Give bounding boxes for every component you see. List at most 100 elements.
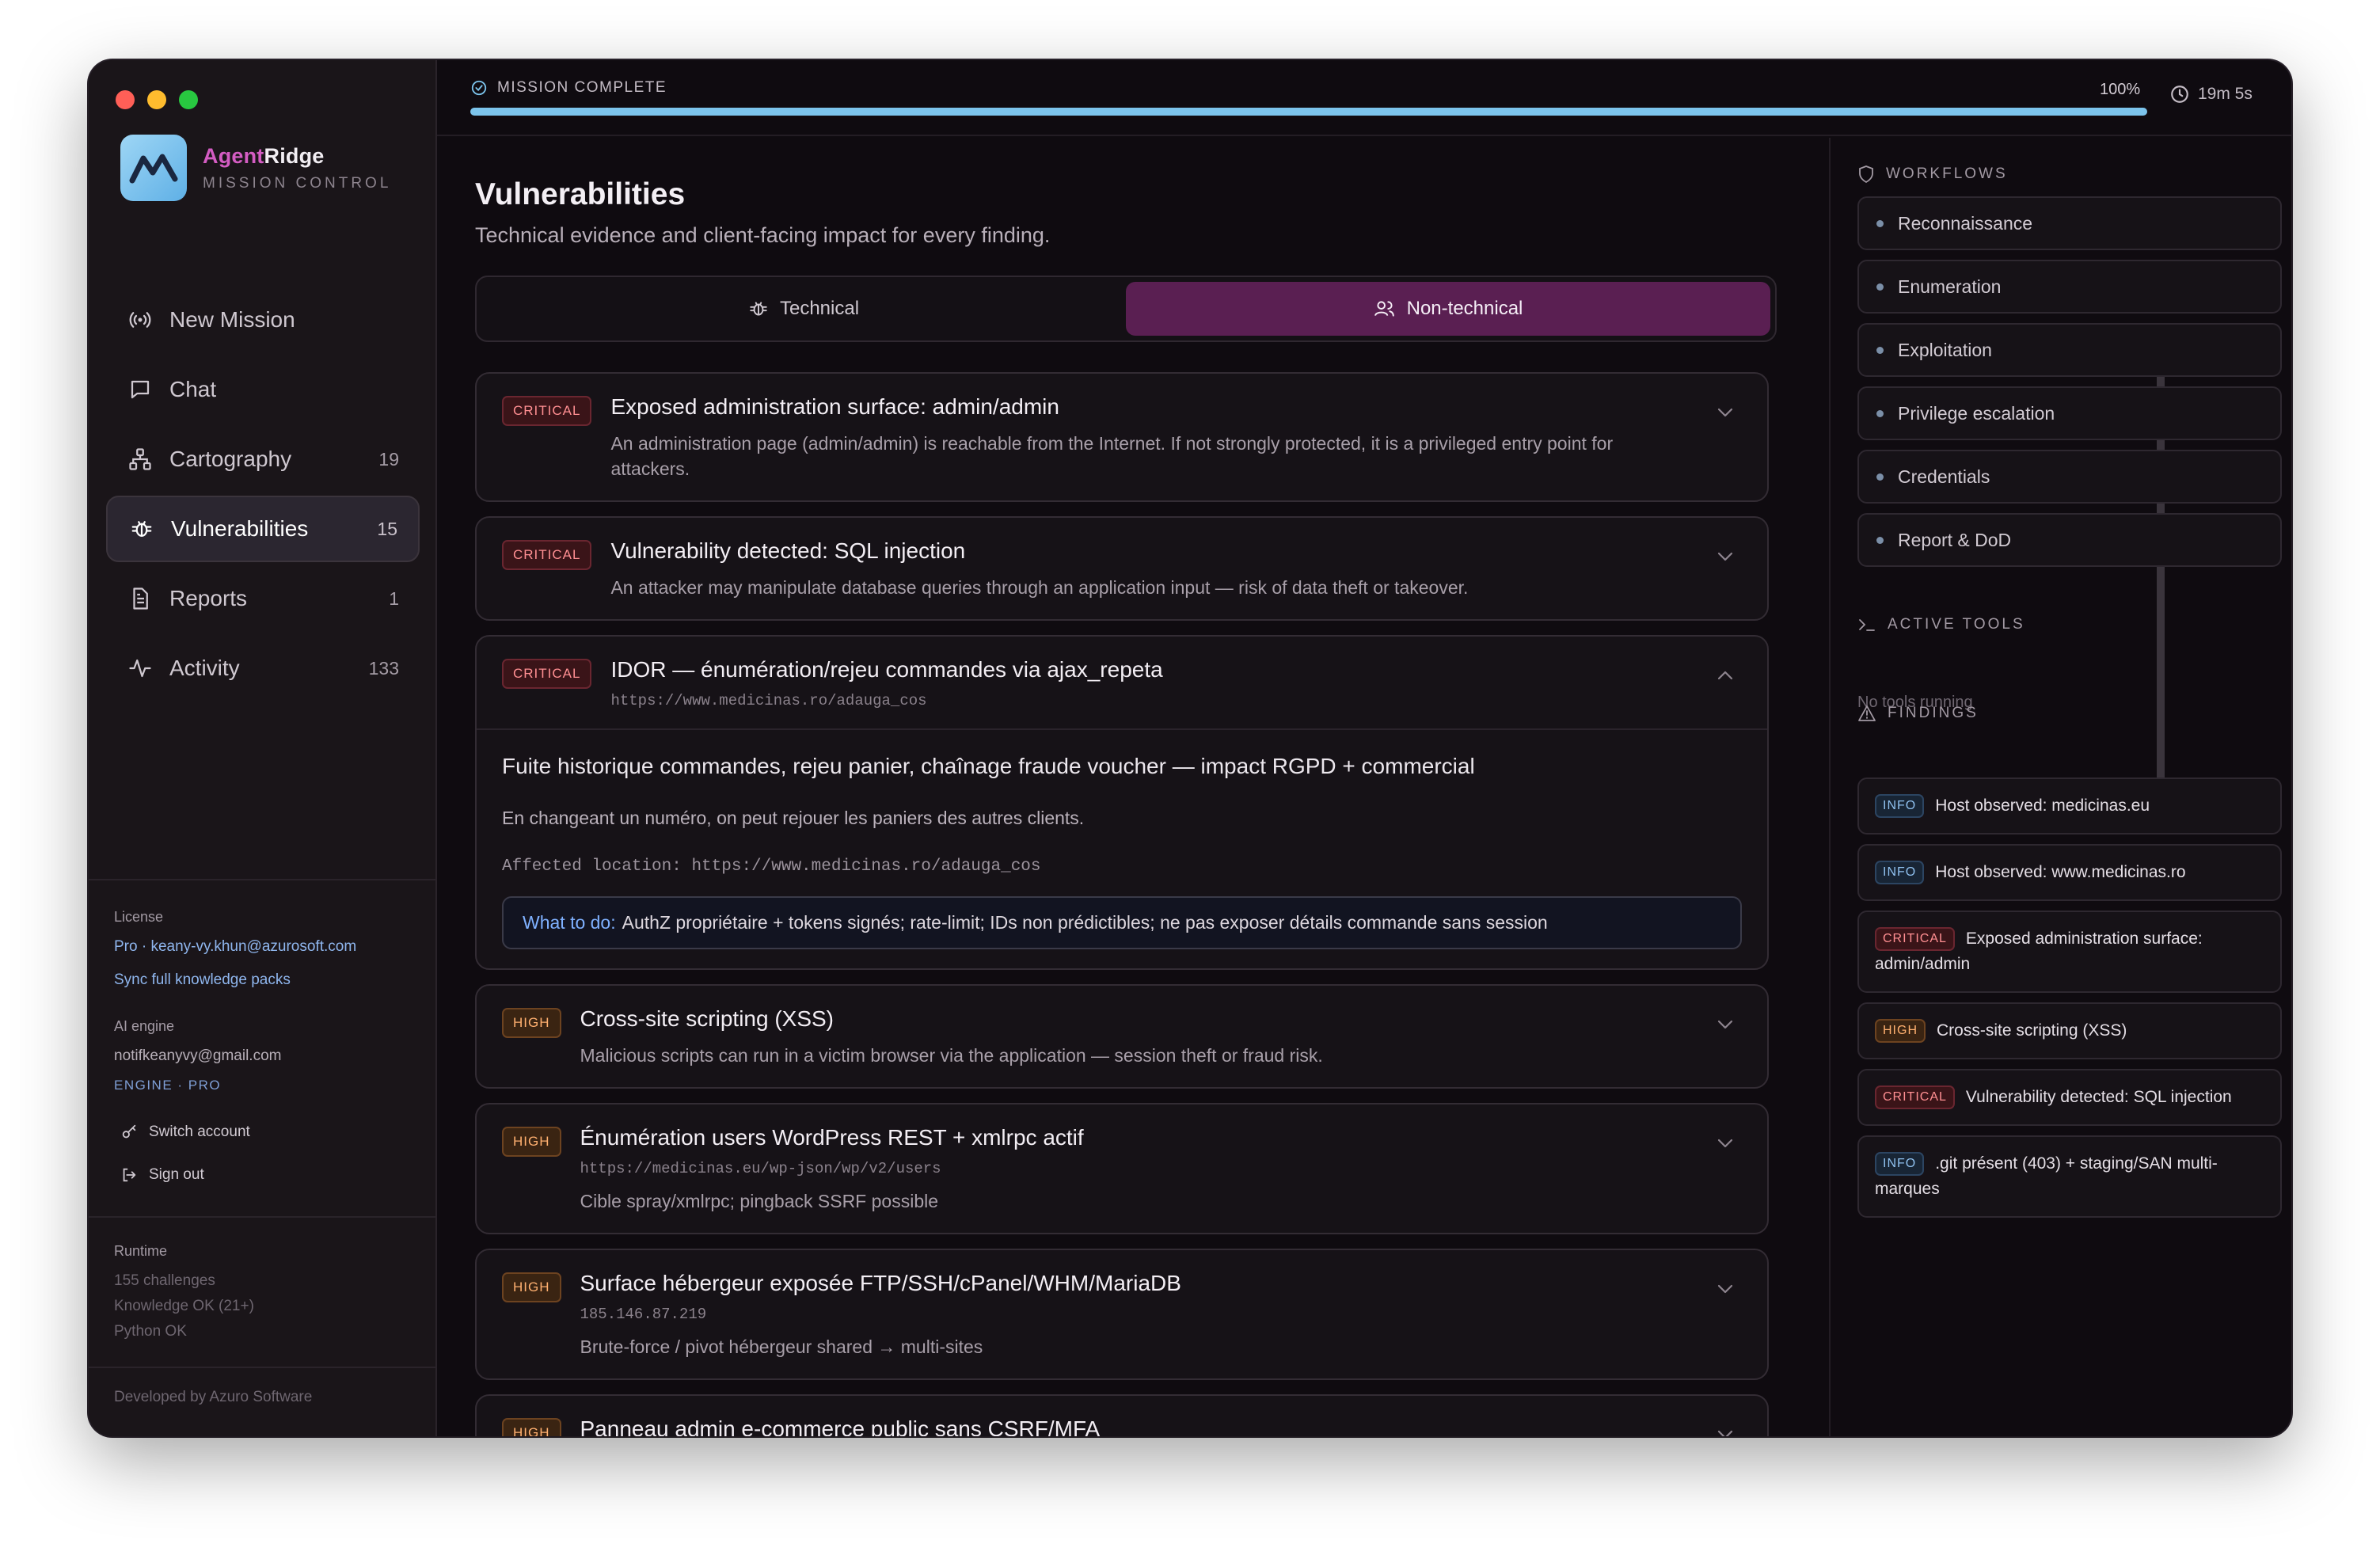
finding-feed-item[interactable]: CRITICAL Vulnerability detected: SQL inje… xyxy=(1857,1069,2282,1126)
status-dot xyxy=(1876,473,1884,481)
severity-badge: CRITICAL xyxy=(502,540,592,570)
minimize-window-button[interactable] xyxy=(147,90,166,109)
sidebar-item-label: Reports xyxy=(169,586,248,610)
developer-credit: Developed by Azuro Software xyxy=(114,1389,313,1405)
chevron-down-icon[interactable] xyxy=(1715,402,1736,423)
tab-technical[interactable]: Technical xyxy=(481,282,1126,336)
brand-subtitle: MISSION CONTROL xyxy=(203,174,392,192)
finding-feed-item[interactable]: HIGH Cross-site scripting (XSS) xyxy=(1857,1002,2282,1059)
key-icon xyxy=(122,1124,136,1139)
tab-non-technical[interactable]: Non-technical xyxy=(1126,282,1770,336)
mission-status-label: MISSION COMPLETE xyxy=(497,79,667,96)
footer: Developed by Azuro Software xyxy=(114,1389,415,1414)
status-dot xyxy=(1876,409,1884,417)
finding-card[interactable]: HIGH Énumération users WordPress REST + x… xyxy=(475,1103,1769,1234)
sidebar-item-cartography[interactable]: Cartography 19 xyxy=(106,426,420,492)
sidebar-item-label: Cartography xyxy=(169,447,292,471)
activity-icon xyxy=(127,655,154,682)
finding-header[interactable]: CRITICAL Exposed administration surface: … xyxy=(477,374,1767,500)
sync-knowledge-link[interactable]: Sync full knowledge packs xyxy=(114,971,415,989)
workflow-enumeration[interactable]: Enumeration xyxy=(1857,260,2282,314)
status-dot xyxy=(1876,346,1884,354)
chevron-down-icon[interactable] xyxy=(1715,1014,1736,1035)
chevron-down-icon[interactable] xyxy=(1715,546,1736,567)
status-dot xyxy=(1876,536,1884,544)
finding-card[interactable]: HIGH Surface hébergeur exposée FTP/SSH/cP… xyxy=(475,1249,1769,1380)
workflow-exploitation[interactable]: Exploitation xyxy=(1857,323,2282,377)
finding-summary: Vulnerability detected: SQL injection An … xyxy=(610,538,1742,600)
main-area: MISSION COMPLETE 100% 19m 5s Vulnerabili… xyxy=(437,60,2291,1436)
close-window-button[interactable] xyxy=(116,90,135,109)
divider xyxy=(89,1367,437,1368)
finding-header[interactable]: HIGH Panneau admin e-commerce public sans… xyxy=(477,1396,1767,1436)
sidebar-item-reports[interactable]: Reports 1 xyxy=(106,565,420,632)
finding-header[interactable]: HIGH Cross-site scripting (XSS) Malicious … xyxy=(477,986,1767,1087)
finding-description: Brute-force / pivot hébergeur shared → m… xyxy=(580,1336,983,1357)
right-panel: WORKFLOWS Reconnaissance Enumeration Explo… xyxy=(1829,138,2291,1436)
mission-status-bar: MISSION COMPLETE 100% 19m 5s xyxy=(437,60,2291,136)
workflow-credentials[interactable]: Credentials xyxy=(1857,450,2282,504)
finding-card[interactable]: CRITICAL Exposed administration surface: … xyxy=(475,372,1769,502)
workflow-reconnaissance[interactable]: Reconnaissance xyxy=(1857,196,2282,250)
document-icon xyxy=(127,585,154,612)
finding-card[interactable]: HIGH Panneau admin e-commerce public sans… xyxy=(475,1394,1769,1436)
mission-status: MISSION COMPLETE xyxy=(470,79,667,97)
chevron-up-icon[interactable] xyxy=(1715,665,1736,686)
findings-heading: FINDINGS xyxy=(1857,705,1979,722)
terminal-icon xyxy=(1859,619,1875,631)
users-icon xyxy=(1374,301,1394,317)
brand: AgentRidge MISSION CONTROL xyxy=(120,135,391,201)
ai-engine-section: AI engine notifkeanyvy@gmail.com ENGINE … xyxy=(114,1018,415,1184)
bug-icon xyxy=(128,515,155,542)
status-dot xyxy=(1876,219,1884,227)
workflow-privilege-escalation[interactable]: Privilege escalation xyxy=(1857,386,2282,440)
finding-header[interactable]: CRITICAL IDOR — énumération/rejeu command… xyxy=(477,637,1767,728)
finding-card[interactable]: HIGH Cross-site scripting (XSS) Malicious … xyxy=(475,984,1769,1089)
clock-icon xyxy=(2171,86,2188,103)
bug-icon xyxy=(750,302,767,316)
vulnerabilities-panel: Vulnerabilities Technical evidence and c… xyxy=(437,138,1816,1436)
sidebar-item-vulnerabilities[interactable]: Vulnerabilities 15 xyxy=(106,496,420,562)
finding-feed-item[interactable]: CRITICAL Exposed administration surface: … xyxy=(1857,911,2282,993)
severity-badge: INFO xyxy=(1875,1152,1925,1177)
runtime-heading: Runtime xyxy=(114,1243,168,1259)
sidebar-item-chat[interactable]: Chat xyxy=(106,356,420,423)
sidebar-item-activity[interactable]: Activity 133 xyxy=(106,635,420,701)
finding-description: An administration page (admin/admin) is … xyxy=(610,433,1614,479)
affected-location: Affected location: https://www.medicinas… xyxy=(502,857,1041,876)
remediation-label: What to do: xyxy=(523,912,616,933)
app-window: AgentRidge MISSION CONTROL New Mission Ch… xyxy=(89,60,2291,1436)
sign-out-button[interactable]: Sign out xyxy=(120,1166,415,1184)
maximize-window-button[interactable] xyxy=(179,90,198,109)
mission-progress-percent: 100% xyxy=(2100,81,2141,98)
finding-title: IDOR — énumération/rejeu commandes via a… xyxy=(610,657,1163,682)
finding-summary: IDOR — énumération/rejeu commandes via a… xyxy=(610,657,1742,709)
finding-card[interactable]: CRITICAL Vulnerability detected: SQL inje… xyxy=(475,516,1769,621)
workflow-label: Report & DoD xyxy=(1898,529,2012,550)
sidebar-item-new-mission[interactable]: New Mission xyxy=(106,287,420,353)
finding-feed-item[interactable]: INFO Host observed: www.medicinas.ro xyxy=(1857,844,2282,901)
finding-summary: Surface hébergeur exposée FTP/SSH/cPanel… xyxy=(580,1271,1743,1359)
license-plan-link[interactable]: Pro · keany-vy.khun@azurosoft.com xyxy=(114,938,415,956)
workflow-report-dod[interactable]: Report & DoD xyxy=(1857,513,2282,567)
finding-feed-item[interactable]: INFO .git présent (403) + staging/SAN mul… xyxy=(1857,1135,2282,1218)
runtime-challenges: 155 challenges xyxy=(114,1272,215,1289)
chevron-down-icon[interactable] xyxy=(1715,1279,1736,1299)
finding-feed-text: .git présent (403) + staging/SAN multi-m… xyxy=(1875,1154,2218,1198)
finding-description: An attacker may manipulate database quer… xyxy=(610,577,1469,598)
mission-progress-fill xyxy=(470,108,2147,116)
warning-icon xyxy=(1858,705,1876,721)
chevron-down-icon[interactable] xyxy=(1715,1424,1736,1436)
finding-description: Malicious scripts can run in a victim br… xyxy=(580,1045,1323,1066)
switch-account-button[interactable]: Switch account xyxy=(120,1123,415,1141)
mission-timer-value: 19m 5s xyxy=(2198,85,2253,103)
chevron-down-icon[interactable] xyxy=(1715,1133,1736,1154)
finding-header[interactable]: HIGH Surface hébergeur exposée FTP/SSH/cP… xyxy=(477,1250,1767,1378)
finding-card[interactable]: CRITICAL IDOR — énumération/rejeu command… xyxy=(475,635,1769,970)
page-subtitle: Technical evidence and client-facing imp… xyxy=(475,223,1051,247)
finding-feed-item[interactable]: INFO Host observed: medicinas.eu xyxy=(1857,778,2282,835)
severity-badge: HIGH xyxy=(502,1418,561,1436)
finding-header[interactable]: CRITICAL Vulnerability detected: SQL inje… xyxy=(477,518,1767,619)
mission-timer: 19m 5s xyxy=(2169,84,2253,105)
finding-header[interactable]: HIGH Énumération users WordPress REST + x… xyxy=(477,1104,1767,1233)
